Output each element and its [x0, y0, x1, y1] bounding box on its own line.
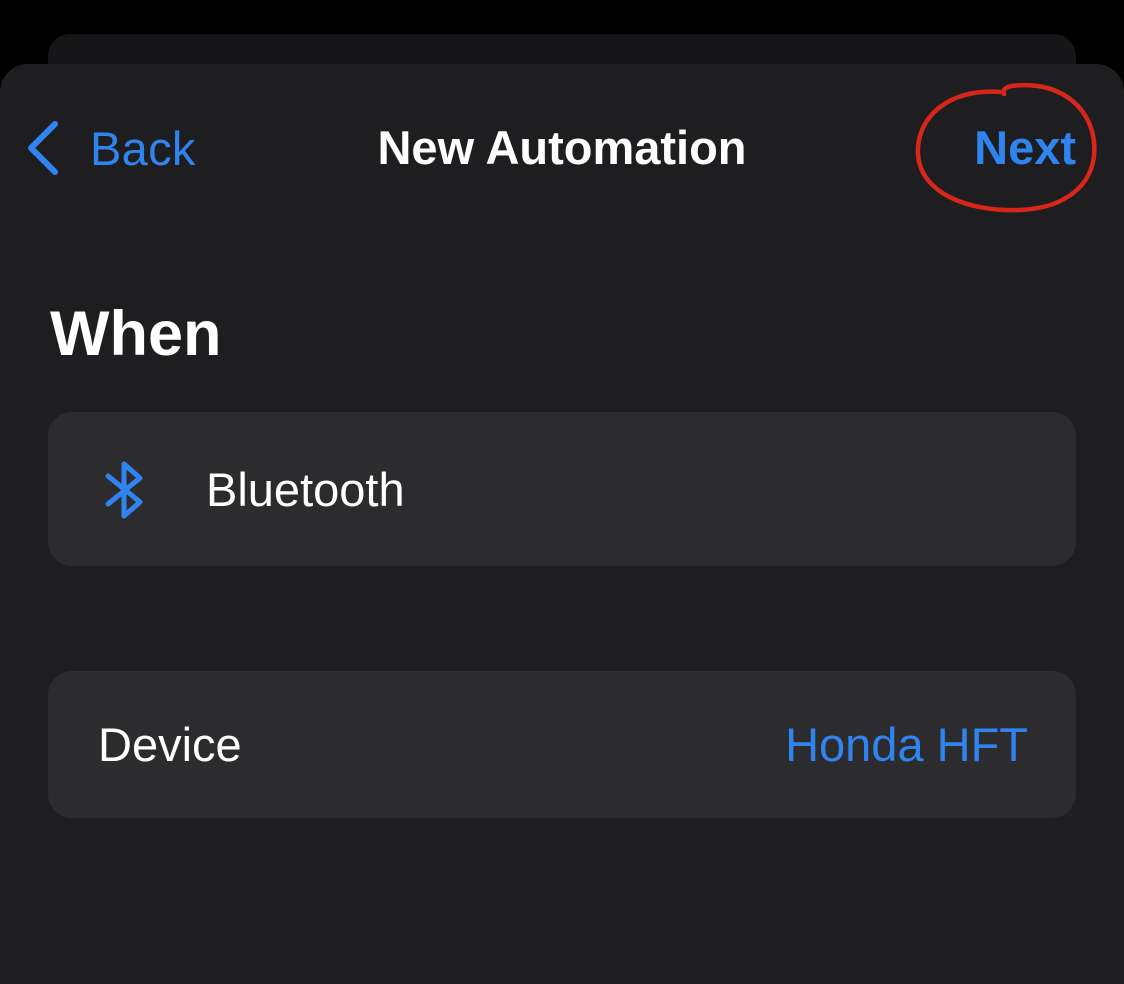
bluetooth-icon — [105, 461, 143, 519]
next-button[interactable]: Next — [974, 116, 1076, 180]
trigger-row-bluetooth[interactable]: Bluetooth — [48, 412, 1076, 566]
device-row[interactable]: Device Honda HFT — [48, 671, 1076, 818]
screen: Back New Automation Next When Bluetooth … — [0, 0, 1124, 984]
device-label: Device — [98, 718, 242, 771]
section-heading-when: When — [50, 299, 222, 369]
device-value[interactable]: Honda HFT — [785, 717, 1028, 772]
trigger-label: Bluetooth — [206, 462, 405, 516]
back-label: Back — [90, 121, 196, 175]
chevron-left-icon — [28, 121, 58, 175]
back-button[interactable]: Back — [24, 116, 196, 180]
